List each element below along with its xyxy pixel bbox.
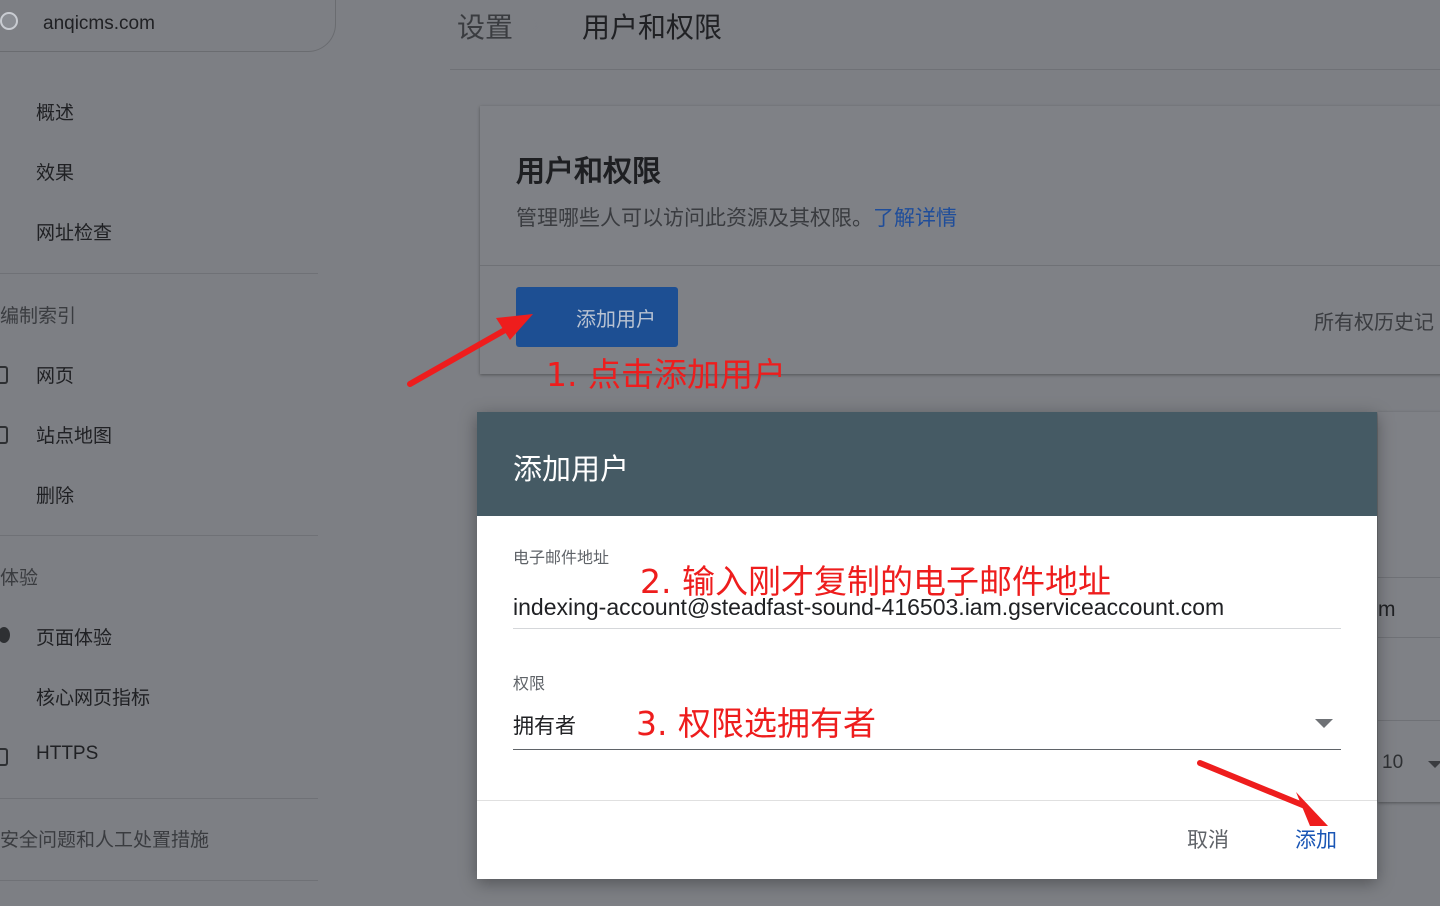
- arrow-to-add-user-button: [407, 314, 533, 387]
- arrow-to-add-button: [1197, 760, 1328, 826]
- annotation-arrows: [407, 314, 1328, 826]
